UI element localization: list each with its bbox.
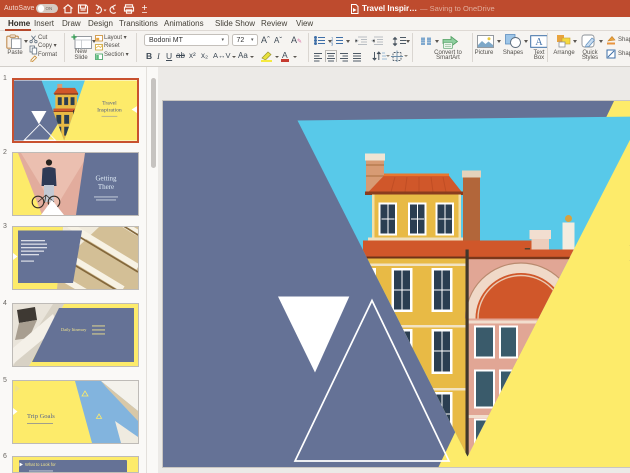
svg-text:Daily Itinerary: Daily Itinerary — [61, 327, 87, 332]
svg-text:Trip Goals: Trip Goals — [27, 413, 55, 420]
svg-text:A: A — [535, 37, 543, 48]
svg-text:Travel: Travel — [102, 101, 117, 107]
svg-text:Getting: Getting — [96, 175, 117, 183]
svg-text:What to Look for: What to Look for — [25, 462, 56, 467]
svg-text:There: There — [98, 183, 114, 191]
svg-text:Inspiration: Inspiration — [97, 107, 122, 113]
